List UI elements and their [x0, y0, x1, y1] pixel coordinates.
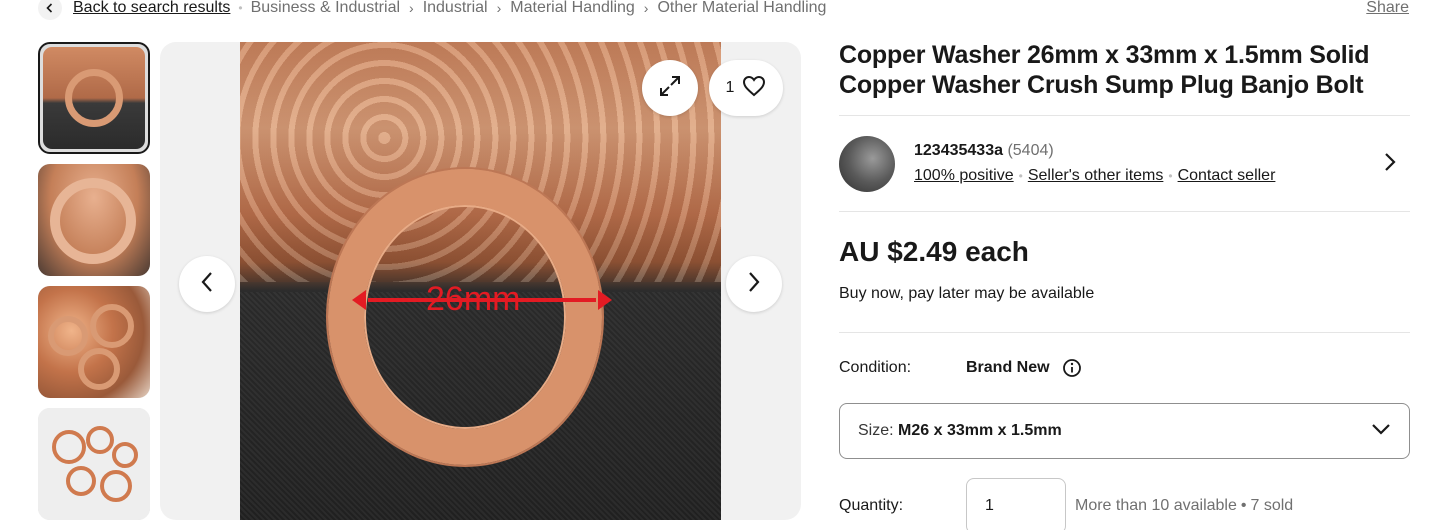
chevron-right-icon: › [643, 0, 649, 16]
breadcrumb-item-material-handling[interactable]: Material Handling [510, 0, 635, 17]
condition-row: Condition: Brand New [839, 333, 1410, 403]
expand-icon [657, 73, 683, 104]
thumbnail-3[interactable] [38, 286, 150, 398]
quantity-input[interactable] [966, 478, 1066, 530]
thumbnail-image [38, 164, 150, 276]
thumbnail-image [38, 408, 150, 520]
seller-card[interactable]: 123435433a (5404) 100% positive • Seller's… [839, 116, 1410, 211]
washer-shape [86, 426, 114, 454]
contact-seller-link[interactable]: Contact seller [1178, 167, 1276, 184]
thumbnail-image [38, 286, 150, 398]
seller-other-items-link[interactable]: Seller's other items [1028, 167, 1164, 184]
bnpl-note: Buy now, pay later may be available [839, 285, 1095, 302]
back-to-search-link[interactable]: Back to search results [73, 0, 230, 17]
breadcrumb-separator-dot: • [238, 1, 243, 15]
washer-shape [48, 316, 88, 356]
main-image-viewer[interactable]: 26mm 1 [160, 42, 801, 520]
washer-shape [112, 442, 138, 468]
expand-image-button[interactable] [642, 60, 698, 116]
price-block: AU $2.49 each Buy now, pay later may be … [839, 212, 1410, 332]
breadcrumb-item-industrial[interactable]: Industrial [423, 0, 488, 17]
quantity-label: Quantity: [839, 497, 904, 514]
separator-dot: • [1018, 169, 1023, 183]
washer-shape [78, 348, 120, 390]
chevron-right-icon[interactable] [1384, 152, 1396, 177]
watch-count: 1 [725, 79, 735, 96]
sold-count: 7 sold [1250, 497, 1294, 514]
thumbnail-list [38, 42, 150, 530]
chevron-right-icon: › [496, 0, 502, 16]
washer-shape [65, 69, 123, 127]
thumbnail-4[interactable] [38, 408, 150, 520]
share-link[interactable]: Share [1366, 0, 1409, 19]
breadcrumb-item-business-industrial[interactable]: Business & Industrial [251, 0, 400, 17]
seller-links: 100% positive • Seller's other items • Conta… [914, 167, 1275, 185]
quantity-availability: More than 10 available • 7 sold [1075, 497, 1293, 515]
back-arrow-icon[interactable] [38, 0, 62, 20]
chevron-left-icon [200, 271, 214, 298]
chevron-right-icon [747, 271, 761, 298]
item-details: Copper Washer 26mm x 33mm x 1.5mm Solid … [839, 40, 1410, 530]
chevron-right-icon: › [409, 0, 414, 16]
next-image-button[interactable] [726, 256, 782, 312]
condition-label: Condition: [839, 359, 912, 376]
breadcrumb-item-other-material-handling[interactable]: Other Material Handling [657, 0, 826, 17]
size-select[interactable]: Size: M26 x 33mm x 1.5mm [839, 403, 1410, 459]
washer-shape [50, 178, 136, 264]
separator-dot: • [1168, 169, 1173, 183]
availability-text: More than 10 available [1075, 497, 1237, 514]
thumbnail-2[interactable] [38, 164, 150, 276]
info-icon[interactable] [1062, 358, 1082, 378]
washer-shape [52, 430, 86, 464]
heart-icon [742, 75, 766, 102]
product-photo: 26mm [240, 42, 721, 520]
washer-shape [90, 304, 134, 348]
measurement-label: 26mm [426, 280, 521, 318]
size-select-label: Size: [858, 422, 894, 439]
condition-value: Brand New [966, 359, 1050, 376]
seller-info: 123435433a (5404) 100% positive • Seller's… [914, 142, 1275, 185]
thumbnail-1[interactable] [38, 42, 150, 154]
watch-button[interactable]: 1 [709, 60, 783, 116]
seller-name[interactable]: 123435433a [914, 142, 1003, 159]
product-title: Copper Washer 26mm x 33mm x 1.5mm Solid … [839, 41, 1370, 99]
quantity-row: Quantity: More than 10 available•7 sold [839, 478, 1410, 530]
breadcrumb: Back to search results • Business & Indu… [38, 0, 826, 20]
separator-dot: • [1240, 497, 1247, 514]
washer-shape [66, 466, 96, 496]
chevron-down-icon [1371, 422, 1391, 440]
thumbnail-image [43, 47, 145, 149]
washer-shape [100, 470, 132, 502]
price: AU $2.49 each [839, 236, 1029, 267]
previous-image-button[interactable] [179, 256, 235, 312]
seller-avatar[interactable] [839, 135, 895, 192]
size-select-value: M26 x 33mm x 1.5mm [898, 422, 1062, 439]
seller-positive-link[interactable]: 100% positive [914, 167, 1014, 184]
seller-feedback-count[interactable]: (5404) [1007, 142, 1053, 159]
